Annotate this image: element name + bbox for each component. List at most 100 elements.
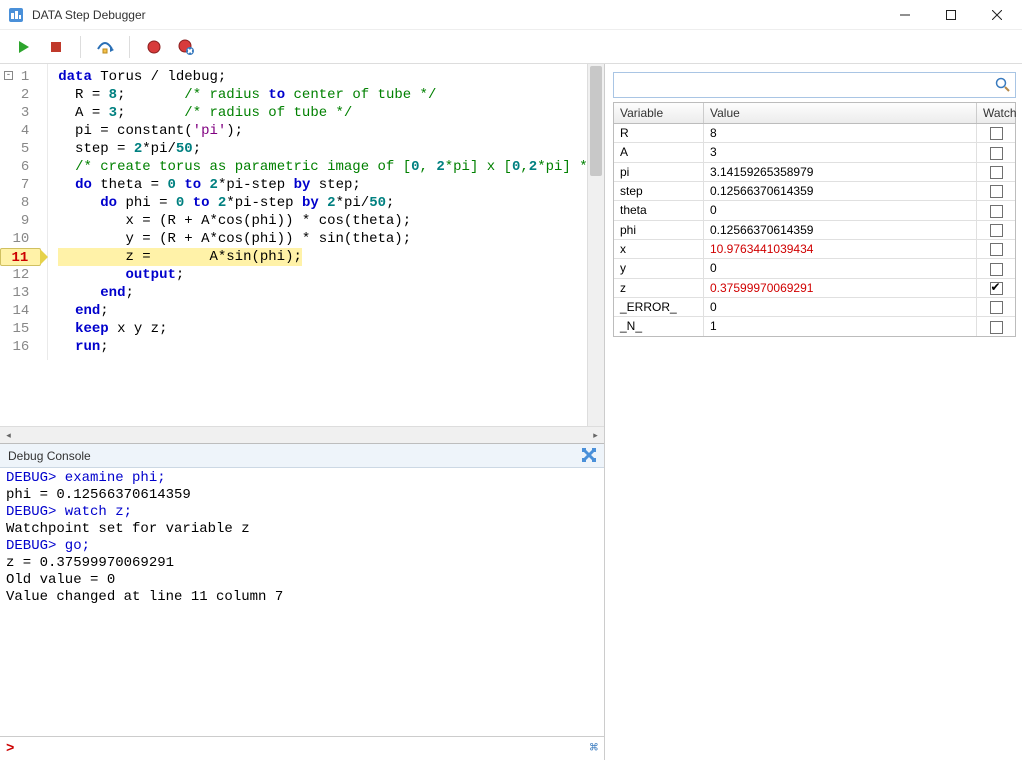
variable-value: 0.12566370614359	[704, 221, 977, 239]
header-value[interactable]: Value	[704, 103, 977, 123]
console-prompt-line: DEBUG> examine phi;	[6, 470, 598, 487]
code-line[interactable]: do theta = 0 to 2*pi-step by step;	[58, 176, 596, 194]
code-line[interactable]: z = A*sin(phi);	[58, 248, 302, 266]
variable-row[interactable]: x10.9763441039434	[614, 240, 1015, 259]
variable-search-input[interactable]	[614, 73, 991, 97]
variable-row[interactable]: _ERROR_0	[614, 298, 1015, 317]
code-line[interactable]: pi = constant('pi');	[58, 122, 596, 140]
left-column: 1-2345678910111213141516 data Torus / ld…	[0, 64, 605, 760]
variable-row[interactable]: z0.37599970069291	[614, 279, 1015, 298]
variable-row[interactable]: pi3.14159265358979	[614, 163, 1015, 182]
clear-breakpoints-button[interactable]	[172, 33, 200, 61]
editor-horizontal-scrollbar[interactable]: ◂ ▸	[0, 426, 604, 443]
variable-watch-cell	[977, 240, 1015, 258]
variable-watch-cell	[977, 317, 1015, 335]
code-line[interactable]: x = (R + A*cos(phi)) * cos(theta);	[58, 212, 596, 230]
run-button[interactable]	[10, 33, 38, 61]
gutter-line[interactable]: 2	[0, 86, 41, 104]
gutter-line[interactable]: 13	[0, 284, 41, 302]
code-line[interactable]: y = (R + A*cos(phi)) * sin(theta);	[58, 230, 596, 248]
variable-row[interactable]: theta0	[614, 201, 1015, 220]
variable-row[interactable]: y0	[614, 259, 1015, 278]
console-output-line: Old value = 0	[6, 572, 598, 589]
gutter-line[interactable]: 7	[0, 176, 41, 194]
variable-row[interactable]: R8	[614, 124, 1015, 143]
watch-checkbox[interactable]	[990, 185, 1003, 198]
code-line[interactable]: keep x y z;	[58, 320, 596, 338]
variable-value: 3	[704, 143, 977, 161]
header-watch[interactable]: Watch	[977, 103, 1015, 123]
editor-vertical-scrollbar[interactable]	[587, 64, 604, 426]
gutter-line[interactable]: 10	[0, 230, 41, 248]
code-line[interactable]: data Torus / ldebug;	[58, 68, 596, 86]
watch-checkbox[interactable]	[990, 147, 1003, 160]
variable-name: _ERROR_	[614, 298, 704, 316]
code-line[interactable]: do phi = 0 to 2*pi-step by 2*pi/50;	[58, 194, 596, 212]
gutter-line[interactable]: 4	[0, 122, 41, 140]
header-variable[interactable]: Variable	[614, 103, 704, 123]
stop-button[interactable]	[42, 33, 70, 61]
scrollbar-thumb[interactable]	[590, 66, 602, 176]
gutter-line[interactable]: 9	[0, 212, 41, 230]
variable-watch-cell	[977, 143, 1015, 161]
scrollbar-track[interactable]	[17, 427, 587, 443]
gutter-line[interactable]: 14	[0, 302, 41, 320]
code-line[interactable]: end;	[58, 284, 596, 302]
variable-search-row	[613, 72, 1016, 98]
maximize-button[interactable]	[928, 0, 974, 30]
gutter-line[interactable]: 6	[0, 158, 41, 176]
watch-checkbox[interactable]	[990, 127, 1003, 140]
variable-watch-cell	[977, 298, 1015, 316]
watch-checkbox[interactable]	[990, 263, 1003, 276]
code-line[interactable]: end;	[58, 302, 596, 320]
debug-console-input[interactable]	[16, 741, 585, 757]
code-line[interactable]: output;	[58, 266, 596, 284]
watch-checkbox[interactable]	[990, 205, 1003, 218]
code-area[interactable]: data Torus / ldebug; R = 8; /* radius to…	[48, 64, 604, 360]
close-button[interactable]	[974, 0, 1020, 30]
watch-checkbox[interactable]	[990, 301, 1003, 314]
gutter-line[interactable]: 15	[0, 320, 41, 338]
scroll-right-arrow[interactable]: ▸	[587, 427, 604, 443]
code-line[interactable]: /* create torus as parametric image of […	[58, 158, 596, 176]
code-line[interactable]: R = 8; /* radius to center of tube */	[58, 86, 596, 104]
console-settings-icon[interactable]	[580, 446, 598, 464]
variable-value: 8	[704, 124, 977, 142]
watch-checkbox[interactable]	[990, 224, 1003, 237]
variable-row[interactable]: _N_1	[614, 317, 1015, 335]
variable-name: theta	[614, 201, 704, 219]
step-over-button[interactable]	[91, 33, 119, 61]
gutter-line[interactable]: 8	[0, 194, 41, 212]
watch-checkbox[interactable]	[990, 243, 1003, 256]
code-line[interactable]: run;	[58, 338, 596, 356]
search-icon[interactable]	[991, 77, 1015, 93]
minimize-button[interactable]	[882, 0, 928, 30]
watch-checkbox[interactable]	[990, 166, 1003, 179]
code-line[interactable]: step = 2*pi/50;	[58, 140, 596, 158]
watch-checkbox[interactable]	[990, 321, 1003, 334]
debug-console-output[interactable]: DEBUG> examine phi;phi = 0.1256637061435…	[0, 468, 604, 736]
watch-checkbox[interactable]	[990, 282, 1003, 295]
gutter-line[interactable]: 16	[0, 338, 41, 356]
variable-value: 10.9763441039434	[704, 240, 977, 258]
gutter-line[interactable]: 1-	[0, 68, 41, 86]
toggle-breakpoint-button[interactable]	[140, 33, 168, 61]
gutter-line[interactable]: 3	[0, 104, 41, 122]
line-gutter[interactable]: 1-2345678910111213141516	[0, 64, 48, 360]
variable-row[interactable]: step0.12566370614359	[614, 182, 1015, 201]
fold-toggle-icon[interactable]: -	[4, 71, 13, 80]
variable-name: _N_	[614, 317, 704, 335]
variable-watch-cell	[977, 182, 1015, 200]
main-area: 1-2345678910111213141516 data Torus / ld…	[0, 64, 1022, 760]
code-line[interactable]: A = 3; /* radius of tube */	[58, 104, 596, 122]
gutter-line[interactable]: 5	[0, 140, 41, 158]
right-column: Variable Value Watch R8A3pi3.14159265358…	[605, 64, 1022, 760]
gutter-line[interactable]: 11	[0, 248, 41, 266]
gutter-line[interactable]: 12	[0, 266, 41, 284]
toolbar	[0, 30, 1022, 64]
command-key-icon[interactable]: ⌘	[590, 740, 598, 757]
variable-watch-cell	[977, 124, 1015, 142]
scroll-left-arrow[interactable]: ◂	[0, 427, 17, 443]
variable-row[interactable]: A3	[614, 143, 1015, 162]
variable-row[interactable]: phi0.12566370614359	[614, 221, 1015, 240]
